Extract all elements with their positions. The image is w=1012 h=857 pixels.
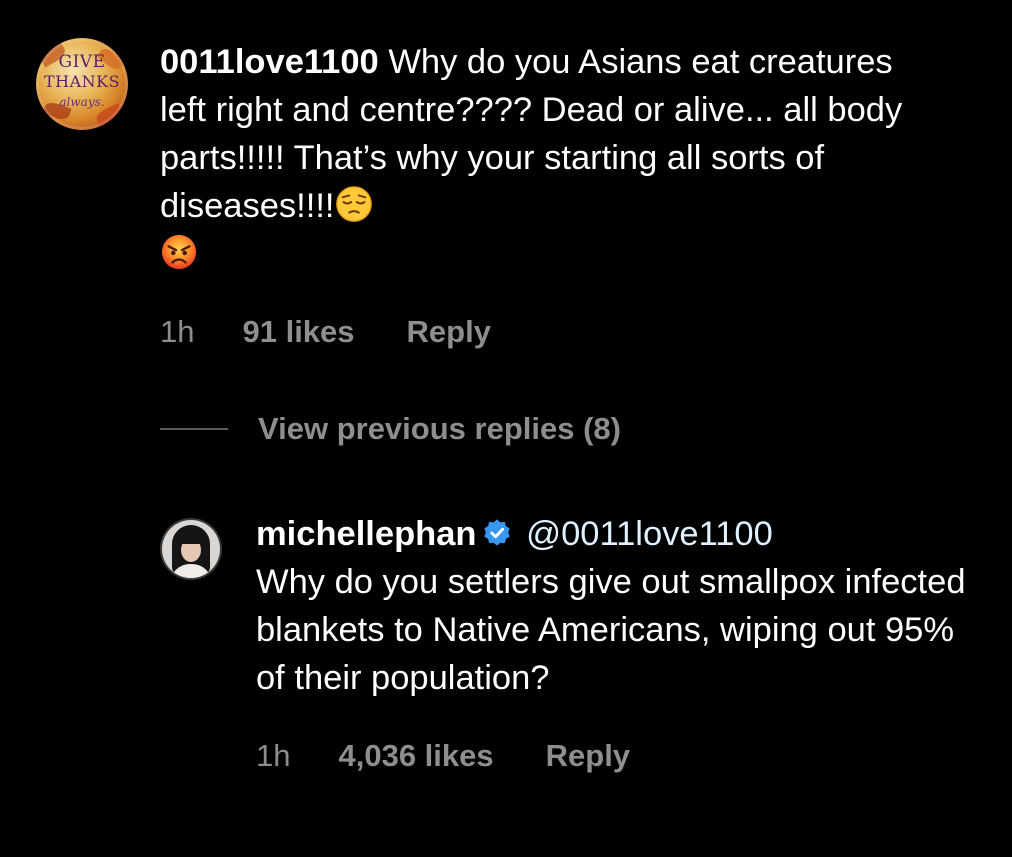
- reply-comment: michellephan @0011love1100 Why do you se…: [162, 515, 976, 776]
- thread-line-divider: [160, 428, 228, 430]
- comment-text-block: 0011love1100 Why do you Asians eat creat…: [160, 38, 920, 278]
- angry-face-icon: [160, 233, 198, 271]
- view-replies-label[interactable]: View previous replies (8): [258, 411, 621, 447]
- comment-username[interactable]: 0011love1100: [160, 43, 379, 81]
- reply-meta: 1h 4,036 likes Reply: [256, 736, 976, 776]
- comment: GIVE THANKS always. 0011love1100 Why do …: [36, 38, 920, 352]
- reply-button[interactable]: Reply: [546, 738, 630, 774]
- verified-badge-icon: [482, 513, 512, 546]
- reply-likes[interactable]: 4,036 likes: [338, 738, 493, 774]
- view-previous-replies[interactable]: View previous replies (8): [160, 408, 621, 450]
- reply-mention[interactable]: @0011love1100: [526, 515, 773, 553]
- reply-text: Why do you settlers give out smallpox in…: [256, 563, 966, 697]
- avatar-ring: [36, 38, 128, 130]
- reply-button[interactable]: Reply: [407, 314, 491, 350]
- reply-body: michellephan @0011love1100 Why do you se…: [256, 515, 976, 776]
- comment-body: 0011love1100 Why do you Asians eat creat…: [160, 38, 920, 352]
- comment-time: 1h: [160, 314, 195, 349]
- avatar-bangs: [178, 530, 204, 544]
- pensive-face-icon: [335, 185, 373, 223]
- reply-text-block: michellephan @0011love1100 Why do you se…: [256, 510, 976, 702]
- reply-time: 1h: [256, 738, 291, 773]
- avatar[interactable]: [162, 520, 220, 578]
- reply-username[interactable]: michellephan: [256, 515, 476, 553]
- avatar[interactable]: GIVE THANKS always.: [36, 38, 128, 130]
- comment-likes[interactable]: 91 likes: [242, 314, 354, 350]
- comment-meta: 1h 91 likes Reply: [160, 312, 920, 352]
